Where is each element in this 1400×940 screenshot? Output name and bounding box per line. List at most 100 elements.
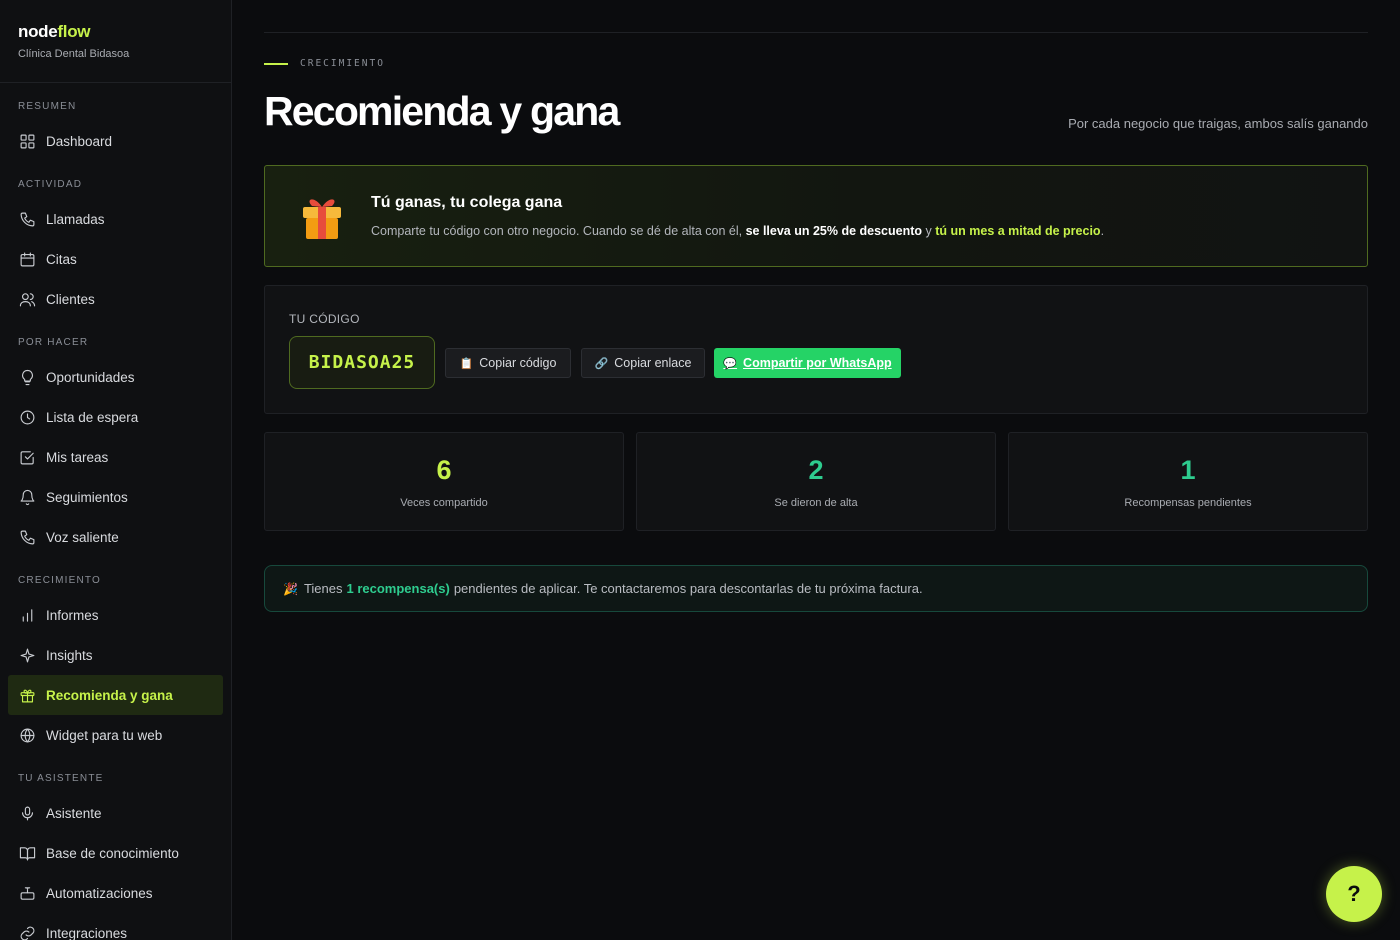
sparkle-icon: [18, 646, 36, 664]
notice-text-pre: Tienes: [303, 581, 343, 596]
copy-code-button[interactable]: 📋 Copiar código: [445, 348, 571, 378]
sidebar-item-automatizaciones[interactable]: Automatizaciones: [8, 873, 223, 913]
nav-section-title: TU ASISTENTE: [18, 772, 104, 784]
sidebar-item-integraciones[interactable]: Integraciones: [8, 913, 223, 940]
eyebrow-label: CRECIMIENTO: [300, 58, 385, 69]
copy-link-button[interactable]: 🔗 Copiar enlace: [581, 348, 705, 378]
eyebrow-dash: [264, 62, 288, 65]
phone-outgoing-icon: [18, 528, 36, 546]
party-popper-icon: 🎉: [283, 581, 298, 596]
promo-text-part: Comparte tu código con otro negocio. Cua…: [371, 224, 743, 238]
globe-icon: [18, 726, 36, 744]
sidebar-item-asistente[interactable]: Asistente: [8, 793, 223, 833]
promo-banner: Tú ganas, tu colega gana Comparte tu cód…: [264, 165, 1368, 267]
sidebar-item-lista-de-espera[interactable]: Lista de espera: [8, 397, 223, 437]
promo-text-and: y: [925, 224, 932, 238]
phone-icon: [18, 210, 36, 228]
lightbulb-icon: [18, 368, 36, 386]
help-icon: ?: [1347, 881, 1361, 906]
sidebar-item-label: Insights: [46, 647, 93, 663]
sidebar-item-label: Widget para tu web: [46, 727, 163, 743]
sidebar-item-clientes[interactable]: Clientes: [8, 279, 223, 319]
sidebar-item-label: Mis tareas: [46, 449, 109, 465]
nav-section-title: RESUMEN: [18, 100, 77, 112]
sidebar-item-label: Base de conocimiento: [46, 845, 179, 861]
nav-section-title: CRECIMIENTO: [18, 574, 102, 586]
sidebar-item-label: Informes: [46, 607, 99, 623]
brand-name-main: node: [18, 22, 58, 41]
sidebar-item-voz-saliente[interactable]: Voz saliente: [8, 517, 223, 557]
calendar-icon: [18, 250, 36, 268]
stat-card-signups: 2 Se dieron de alta: [636, 432, 996, 531]
share-whatsapp-label: Compartir por WhatsApp: [743, 356, 892, 370]
stat-label: Se dieron de alta: [774, 497, 858, 509]
sidebar-item-seguimientos[interactable]: Seguimientos: [8, 477, 223, 517]
sidebar-item-label: Asistente: [46, 805, 102, 821]
sidebar-item-widget-para-tu-web[interactable]: Widget para tu web: [8, 715, 223, 755]
code-label: TU CÓDIGO: [289, 312, 360, 326]
copy-code-label: Copiar código: [479, 356, 557, 370]
promo-heading: Tú ganas, tu colega gana: [371, 194, 563, 211]
book-icon: [18, 844, 36, 862]
sidebar-item-base-de-conocimiento[interactable]: Base de conocimiento: [8, 833, 223, 873]
sidebar-nav: RESUMEN Dashboard ACTIVIDAD Llamadas Citas Cl…: [0, 83, 231, 940]
sidebar-item-label: Integraciones: [46, 925, 128, 940]
page-eyebrow: CRECIMIENTO: [264, 58, 385, 69]
sidebar-item-label: Dashboard: [46, 133, 113, 149]
sidebar-item-label: Clientes: [46, 291, 95, 307]
referral-code[interactable]: BIDASOA25: [289, 336, 435, 389]
sidebar-item-label: Seguimientos: [46, 489, 128, 505]
sidebar-item-label: Lista de espera: [46, 409, 139, 425]
share-whatsapp-button[interactable]: 💬 Compartir por WhatsApp: [714, 348, 901, 378]
promo-discount: se lleva un 25% de descuento: [745, 224, 923, 238]
stat-value: 1: [1180, 455, 1196, 485]
sidebar-item-citas[interactable]: Citas: [8, 239, 223, 279]
sidebar-item-label: Recomienda y gana: [46, 687, 173, 703]
stat-value: 6: [436, 455, 452, 485]
sidebar-item-label: Llamadas: [46, 211, 105, 227]
sidebar-item-label: Automatizaciones: [46, 885, 153, 901]
nav-section-title: POR HACER: [18, 336, 89, 348]
promo-reward: tú un mes a mitad de precio: [935, 224, 1101, 238]
robot-icon: [18, 884, 36, 902]
brand: nodeflow Clínica Dental Bidasoa: [0, 0, 231, 83]
clipboard-icon: 📋: [459, 357, 474, 370]
page-subtitle: Por cada negocio que traigas, ambos salí…: [1068, 116, 1368, 131]
sidebar: nodeflow Clínica Dental Bidasoa RESUMEN D…: [0, 0, 232, 940]
gift-icon: [303, 199, 341, 239]
bar-chart-icon: [18, 606, 36, 624]
page-title: Recomienda y gana: [264, 88, 620, 134]
stat-value: 2: [808, 455, 824, 485]
workspace-name: Clínica Dental Bidasoa: [18, 48, 130, 60]
sidebar-item-insights[interactable]: Insights: [8, 635, 223, 675]
sidebar-item-informes[interactable]: Informes: [8, 595, 223, 635]
microphone-icon: [18, 804, 36, 822]
sidebar-item-dashboard[interactable]: Dashboard: [8, 121, 223, 161]
sidebar-item-recomienda-y-gana[interactable]: Recomienda y gana: [8, 675, 223, 715]
checkbox-icon: [18, 448, 36, 466]
sidebar-item-label: Citas: [46, 251, 77, 267]
referral-code-card: TU CÓDIGO BIDASOA25 📋 Copiar código 🔗 Copi…: [264, 285, 1368, 414]
clock-icon: [18, 408, 36, 426]
stat-label: Veces compartido: [400, 497, 488, 509]
help-button[interactable]: ?: [1326, 866, 1382, 922]
stat-label: Recompensas pendientes: [1124, 497, 1252, 509]
link-icon: [18, 924, 36, 940]
sidebar-item-label: Oportunidades: [46, 369, 135, 385]
brand-logo[interactable]: nodeflow: [18, 22, 213, 42]
promo-text: Comparte tu código con otro negocio. Cua…: [371, 224, 1104, 238]
promo-text-end: .: [1100, 224, 1105, 238]
nav-section-title: ACTIVIDAD: [18, 178, 83, 190]
notice-text-post: pendientes de aplicar. Te contactaremos …: [453, 581, 923, 596]
users-icon: [18, 290, 36, 308]
sidebar-item-oportunidades[interactable]: Oportunidades: [8, 357, 223, 397]
chat-bubble-icon: 💬: [723, 357, 738, 370]
notice-highlight: 1 recompensa(s): [346, 581, 450, 596]
stat-card-rewards: 1 Recompensas pendientes: [1008, 432, 1368, 531]
pending-rewards-notice: 🎉 Tienes 1 recompensa(s) pendientes de a…: [264, 565, 1368, 612]
bell-icon: [18, 488, 36, 506]
sidebar-item-llamadas[interactable]: Llamadas: [8, 199, 223, 239]
sidebar-item-mis-tareas[interactable]: Mis tareas: [8, 437, 223, 477]
stat-card-shared: 6 Veces compartido: [264, 432, 624, 531]
gift-icon: [18, 686, 36, 704]
